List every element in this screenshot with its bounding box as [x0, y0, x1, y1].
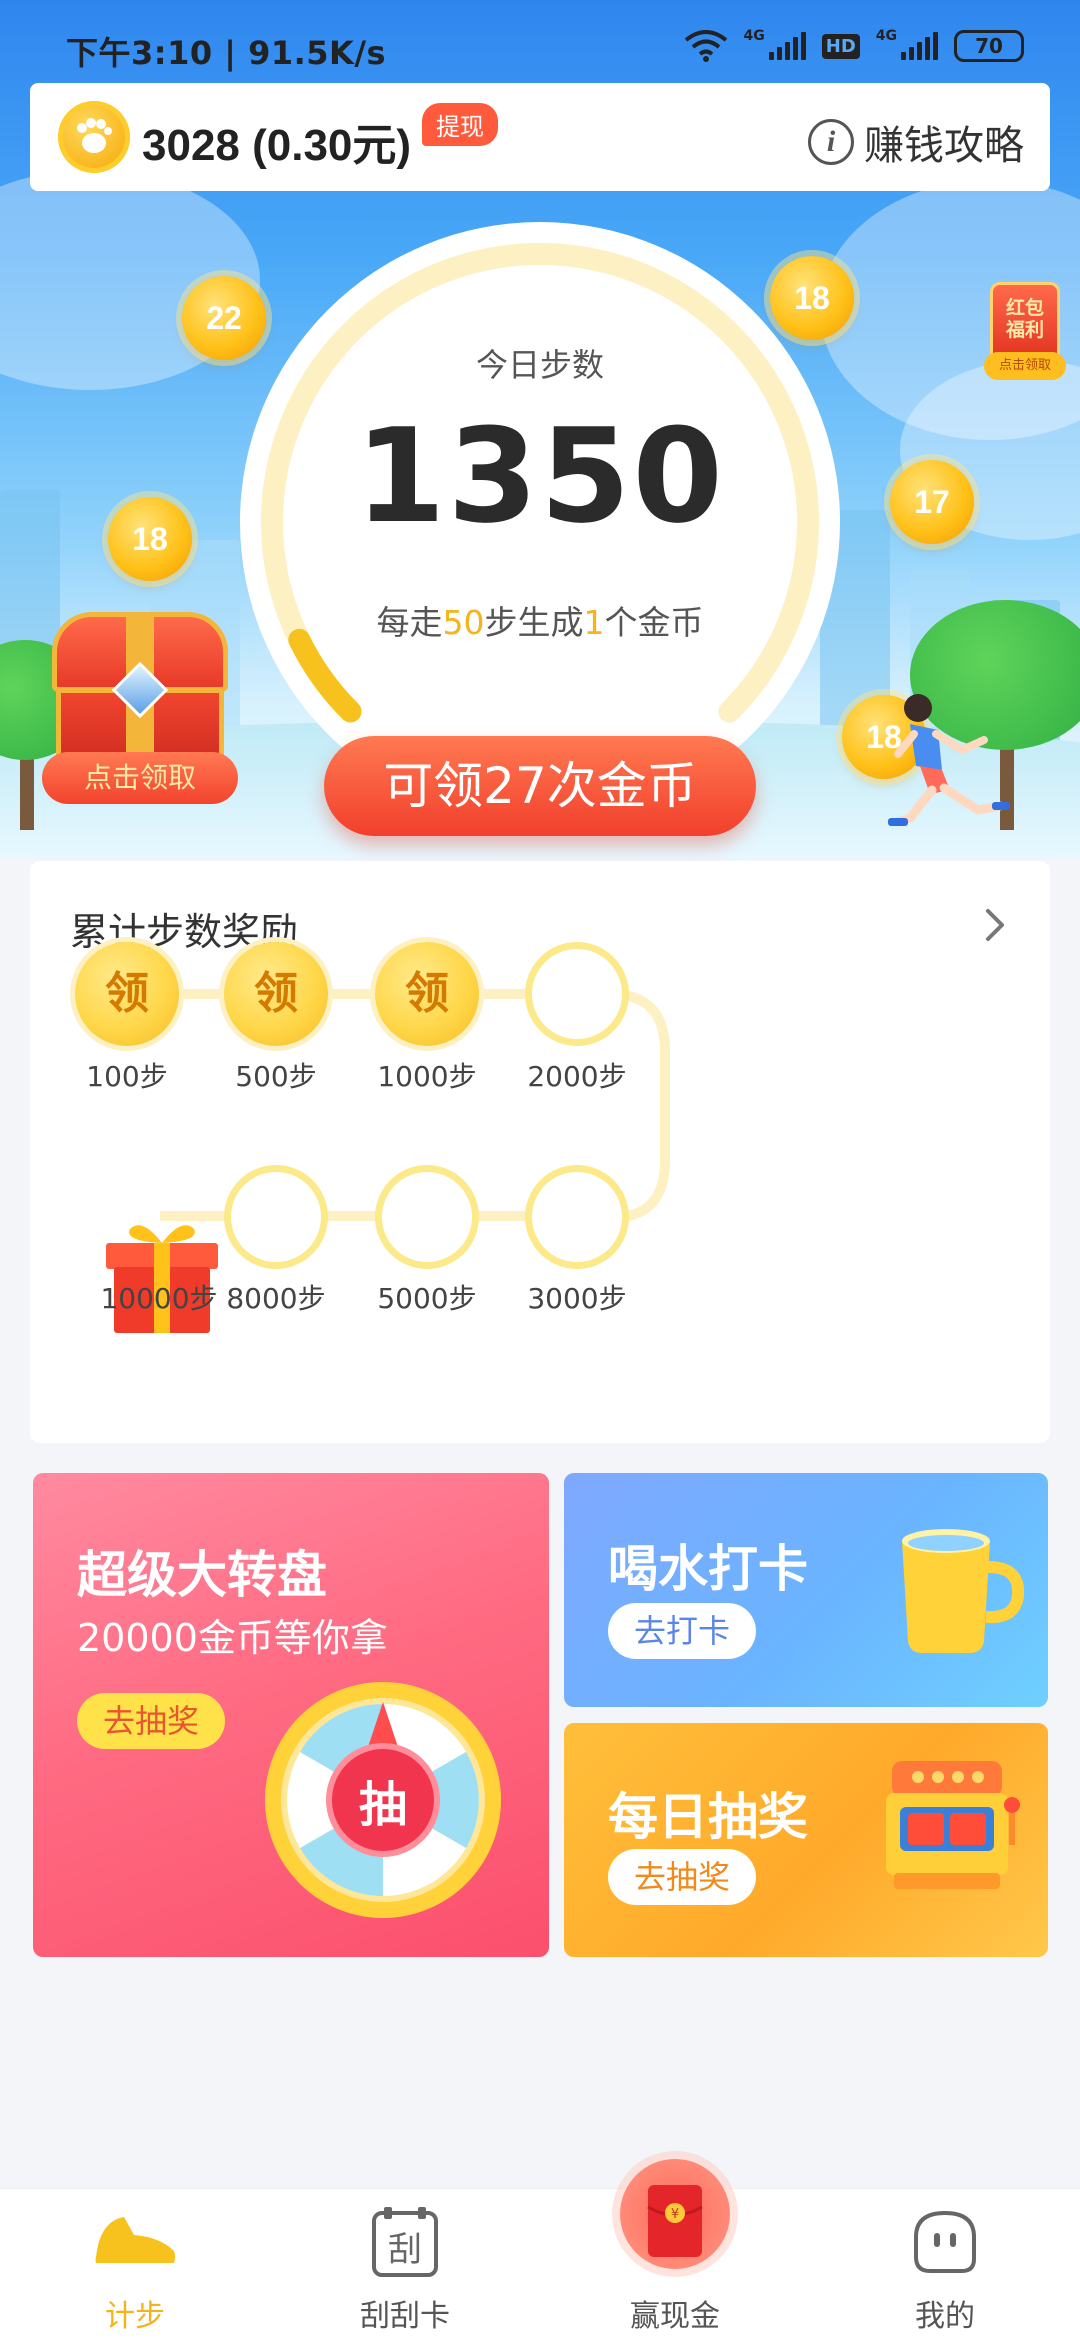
- rule-coins: 1: [583, 603, 605, 642]
- treasure-chest[interactable]: 点击领取: [42, 612, 238, 808]
- network-type-2: 4G: [875, 28, 897, 44]
- hd-icon: HD: [821, 33, 860, 59]
- milestone-label: 2000步: [527, 1060, 627, 1093]
- bottom-tab-bar: 计步 刮 刮刮卡 ¥ 赢现金 我的: [0, 2159, 1080, 2340]
- milestone-node[interactable]: [224, 1165, 328, 1269]
- rule-mid: 步生成: [484, 603, 584, 642]
- red-packet-line2: 福利: [1005, 319, 1044, 341]
- chest-claim-label[interactable]: 点击领取: [42, 752, 238, 804]
- tab-label: 刮刮卡: [360, 2299, 450, 2334]
- earning-guide-label: 赚钱攻略: [864, 123, 1024, 169]
- tab-win-cash[interactable]: ¥ 赢现金: [540, 2159, 810, 2340]
- wheel-title: 超级大转盘: [77, 1546, 327, 1604]
- drink-water-card[interactable]: 喝水打卡 去打卡: [564, 1473, 1048, 1707]
- red-packet-icon: 红包 福利: [990, 282, 1060, 362]
- tab-scratch-card[interactable]: 刮 刮刮卡: [270, 2189, 540, 2340]
- rule-suffix: 个金币: [604, 603, 704, 642]
- tab-steps[interactable]: 计步: [0, 2189, 270, 2340]
- milestone-node[interactable]: 领: [75, 942, 179, 1046]
- red-envelope-icon: ¥: [647, 2185, 703, 2257]
- milestone-node[interactable]: 领: [375, 942, 479, 1046]
- milestone-label: 500步: [235, 1060, 317, 1093]
- tab-label: 计步: [105, 2299, 165, 2334]
- red-packet-tag: 点击领取: [984, 352, 1066, 380]
- chevron-right-icon[interactable]: [980, 905, 1010, 945]
- status-icons: 4G HD 4G 70: [684, 26, 1024, 66]
- milestone-label: 100步: [86, 1060, 168, 1093]
- scratch-card-icon: 刮: [372, 2207, 438, 2277]
- water-title: 喝水打卡: [608, 1540, 808, 1598]
- milestone-node[interactable]: [525, 942, 629, 1046]
- red-packet-badge[interactable]: 红包 福利 点击领取: [984, 282, 1066, 382]
- floating-coin[interactable]: 22: [182, 276, 266, 360]
- signal-icon: [768, 32, 806, 60]
- slot-machine-icon: [886, 1761, 1020, 1889]
- rule-prefix: 每走: [376, 603, 443, 642]
- info-icon: i: [808, 119, 854, 165]
- lottery-title: 每日抽奖: [608, 1788, 808, 1846]
- sneaker-icon: [95, 2217, 176, 2267]
- wheel-draw-button[interactable]: 去抽奖: [77, 1693, 226, 1749]
- tab-profile[interactable]: 我的: [810, 2189, 1080, 2340]
- earning-guide-link[interactable]: i 赚钱攻略: [808, 113, 1024, 171]
- status-time: 下午3:10 | 91.5K/s: [66, 34, 387, 72]
- tab-label: 我的: [915, 2299, 975, 2334]
- coin-balance-card: 3028 (0.30元) 提现 i 赚钱攻略: [30, 83, 1050, 191]
- wifi-icon: [684, 30, 727, 62]
- milestone-node[interactable]: 领: [224, 942, 328, 1046]
- cumulative-steps-card: 累计步数奖励 领 100步 领 500步 领 1000步 2000步 10000…: [30, 861, 1050, 1443]
- signal-icon: [901, 32, 938, 60]
- runner-illustration: [888, 694, 1010, 827]
- milestone-node[interactable]: [375, 1165, 479, 1269]
- lottery-draw-button[interactable]: 去抽奖: [608, 1849, 757, 1905]
- milestone-label: 1000步: [377, 1060, 477, 1093]
- rule-steps: 50: [442, 603, 485, 642]
- floating-coin[interactable]: 18: [770, 256, 854, 340]
- milestone-label: 3000步: [527, 1282, 627, 1315]
- wheel-subtitle: 20000金币等你拿: [77, 1616, 388, 1660]
- milestone-label: 5000步: [377, 1282, 477, 1315]
- status-bar: 下午3:10 | 91.5K/s 4G HD 4G 70: [0, 0, 1080, 90]
- cup-icon: [902, 1529, 1024, 1653]
- milestone-node[interactable]: [525, 1165, 629, 1269]
- wheel-center-label[interactable]: 抽: [323, 1765, 443, 1835]
- profile-icon: [914, 2210, 976, 2273]
- withdraw-button[interactable]: 提现: [422, 103, 498, 146]
- daily-lottery-card[interactable]: 每日抽奖 去抽奖: [564, 1723, 1048, 1957]
- red-packet-line1: 红包: [1005, 297, 1044, 319]
- battery-icon: 70: [954, 30, 1024, 62]
- footprint-coin-icon: [58, 101, 130, 173]
- svg-text:¥: ¥: [671, 2207, 679, 2222]
- milestone-label: 8000步: [226, 1282, 326, 1315]
- tab-label: 赢现金: [630, 2299, 720, 2334]
- floating-coin[interactable]: 17: [890, 460, 974, 544]
- svg-text:刮: 刮: [388, 2230, 422, 2270]
- today-steps-label: 今日步数: [475, 346, 604, 384]
- coin-balance: 3028 (0.30元): [142, 121, 412, 170]
- network-type-1: 4G: [743, 28, 765, 44]
- lucky-wheel-card[interactable]: 超级大转盘 20000金币等你拿 去抽奖 抽: [33, 1473, 549, 1957]
- claim-coins-button[interactable]: 可领27次金币: [324, 736, 756, 836]
- floating-coin[interactable]: 18: [108, 497, 192, 581]
- water-checkin-button[interactable]: 去打卡: [608, 1603, 757, 1659]
